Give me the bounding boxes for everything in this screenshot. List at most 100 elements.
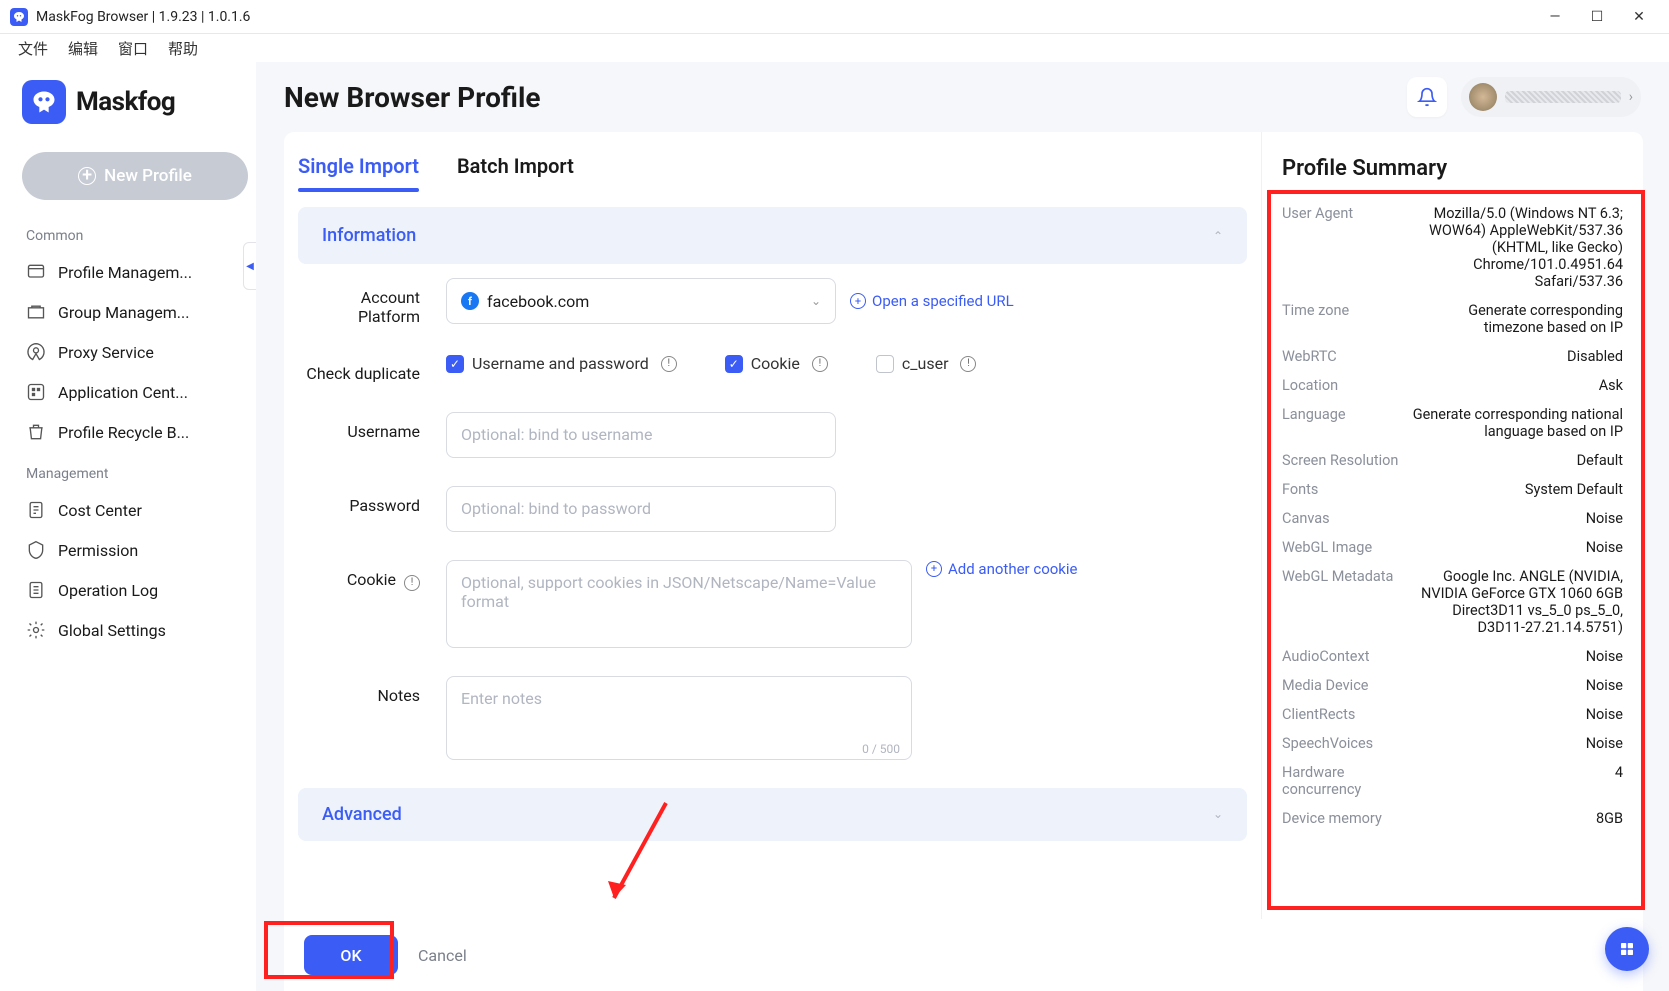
nav-icon [26,302,46,322]
new-profile-button[interactable]: + New Profile [22,152,248,200]
tab-single-import[interactable]: Single Import [298,146,419,192]
info-icon[interactable]: ! [812,356,828,372]
plus-icon: + [78,167,96,185]
sidebar-item[interactable]: Permission [22,530,238,570]
sidebar: Maskfog + New Profile ◀ CommonProfile Ma… [0,62,256,991]
summary-value: Generate corresponding national language… [1412,406,1623,440]
info-icon[interactable]: ! [960,356,976,372]
nav-item-label: Proxy Service [58,343,154,362]
summary-key: Media Device [1282,677,1412,694]
checkbox-cuser[interactable]: c_user ! [876,354,977,373]
page-title: New Browser Profile [284,81,1407,114]
plus-circle-icon: + [850,293,866,309]
sidebar-item[interactable]: Proxy Service [22,332,238,372]
summary-key: WebGL Image [1282,539,1412,556]
summary-key: Time zone [1282,302,1412,336]
password-label: Password [298,486,446,515]
checkbox-icon: ✓ [725,355,743,373]
nav-section-title: Management [26,466,238,482]
nav-icon [26,342,46,362]
ok-button[interactable]: OK [304,935,398,975]
notifications-button[interactable] [1407,77,1447,117]
cb3-label: c_user [902,354,949,373]
cancel-button[interactable]: Cancel [418,946,467,965]
summary-value: Google Inc. ANGLE (NVIDIA, NVIDIA GeForc… [1412,568,1623,636]
cookie-label-text: Cookie [347,570,396,589]
section-advanced[interactable]: Advanced ⌄ [298,788,1247,841]
summary-value: Generate corresponding timezone based on… [1412,302,1623,336]
nav-item-label: Group Managem... [58,303,189,322]
sidebar-item[interactable]: Profile Recycle B... [22,412,238,452]
add-another-cookie-link[interactable]: + Add another cookie [926,560,1078,578]
nav-icon [26,500,46,520]
sidebar-item[interactable]: Cost Center [22,490,238,530]
summary-row: LanguageGenerate corresponding national … [1282,400,1623,446]
sidebar-item[interactable]: Group Managem... [22,292,238,332]
summary-row: User AgentMozilla/5.0 (Windows NT 6.3; W… [1282,199,1623,296]
checkbox-icon [876,355,894,373]
nav-item-label: Cost Center [58,501,142,520]
summary-key: SpeechVoices [1282,735,1412,752]
add-cookie-label: Add another cookie [948,560,1078,578]
summary-value: 4 [1412,764,1623,798]
nav-icon [26,422,46,442]
minimize-button[interactable]: — [1543,9,1567,25]
summary-value: 8GB [1412,810,1623,827]
summary-key: Hardware concurrency [1282,764,1412,798]
username-obscured [1505,91,1621,103]
cb1-label: Username and password [472,354,649,373]
nav-item-label: Global Settings [58,621,166,640]
summary-value: Noise [1412,735,1623,752]
info-icon[interactable]: ! [404,575,420,591]
sidebar-item[interactable]: Profile Managem... [22,252,238,292]
summary-key: Fonts [1282,481,1412,498]
nav-icon [26,262,46,282]
nav-item-label: Profile Managem... [58,263,192,282]
account-platform-select[interactable]: f facebook.com ⌄ [446,278,836,324]
sidebar-collapse-handle[interactable]: ◀ [243,242,257,290]
user-menu[interactable]: › [1461,77,1641,117]
nav-item-label: Permission [58,541,138,560]
info-icon[interactable]: ! [661,356,677,372]
checkbox-username-password[interactable]: ✓ Username and password ! [446,354,677,373]
sidebar-item[interactable]: Operation Log [22,570,238,610]
new-profile-label: New Profile [104,166,192,186]
help-fab[interactable] [1605,927,1649,971]
advanced-title: Advanced [322,804,402,825]
summary-value: Noise [1412,706,1623,723]
checkbox-icon: ✓ [446,355,464,373]
username-input[interactable] [446,412,836,458]
sidebar-item[interactable]: Application Cent... [22,372,238,412]
logo: Maskfog [22,80,238,124]
summary-row: FontsSystem Default [1282,475,1623,504]
summary-key: WebGL Metadata [1282,568,1412,636]
cookie-input[interactable] [446,560,912,648]
menu-window[interactable]: 窗口 [108,36,158,61]
menu-help[interactable]: 帮助 [158,36,208,61]
chevron-down-icon: ⌄ [811,294,821,308]
notes-input[interactable] [446,676,912,760]
chevron-down-icon: ⌄ [1213,807,1223,821]
summary-value: Disabled [1412,348,1623,365]
summary-row: CanvasNoise [1282,504,1623,533]
section-information[interactable]: Information ⌃ [298,207,1247,264]
brand-text: Maskfog [76,87,175,117]
nav-item-label: Application Cent... [58,383,188,402]
summary-key: AudioContext [1282,648,1412,665]
summary-value: Noise [1412,539,1623,556]
checkbox-cookie[interactable]: ✓ Cookie ! [725,354,828,373]
close-button[interactable]: ✕ [1627,9,1651,25]
footer: OK Cancel [284,919,1643,991]
sidebar-item[interactable]: Global Settings [22,610,238,650]
open-specified-url-link[interactable]: + Open a specified URL [850,292,1014,310]
notes-char-count: 0 / 500 [862,742,900,756]
password-input[interactable] [446,486,836,532]
notes-label: Notes [298,676,446,705]
cb2-label: Cookie [751,354,800,373]
summary-key: Language [1282,406,1412,440]
maximize-button[interactable]: ☐ [1585,9,1609,25]
summary-row: Hardware concurrency4 [1282,758,1623,804]
tab-batch-import[interactable]: Batch Import [457,146,574,192]
menu-file[interactable]: 文件 [8,36,58,61]
menu-edit[interactable]: 编辑 [58,36,108,61]
